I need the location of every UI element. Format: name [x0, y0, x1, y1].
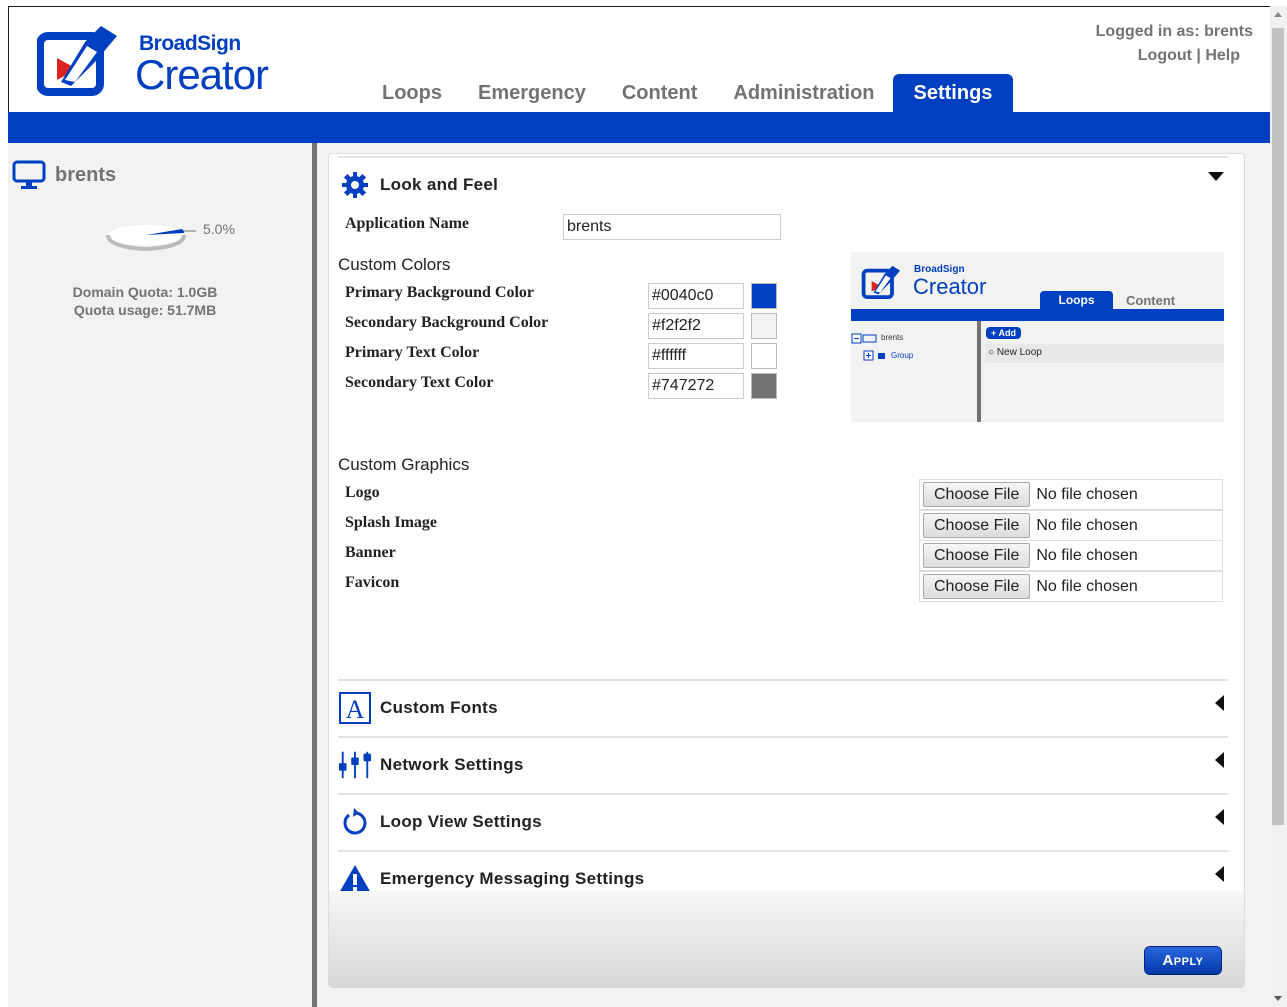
expand-icon[interactable]	[1215, 809, 1224, 825]
section-title: Look and Feel	[380, 175, 499, 194]
choose-file-button[interactable]: Choose File	[923, 543, 1031, 568]
expand-icon[interactable]	[1215, 752, 1224, 768]
secondary-bg-input[interactable]	[648, 313, 744, 339]
main-content: Look and Feel Application Name Custom Co…	[317, 143, 1270, 1007]
user-info: Logged in as: brents Logout | Help	[1096, 20, 1253, 68]
primary-bg-swatch[interactable]	[751, 283, 777, 309]
section-custom-fonts[interactable]: A Custom Fonts	[338, 679, 1228, 735]
theme-preview: BroadSign Creator Loops Content brents G…	[851, 252, 1224, 422]
preview-tree-child: Group	[891, 351, 914, 360]
section-network-settings[interactable]: Network Settings	[338, 736, 1228, 792]
primary-bg-label: Primary Background Color	[345, 284, 535, 301]
preview-logo-icon	[861, 265, 901, 300]
choose-file-button[interactable]: Choose File	[923, 513, 1031, 538]
tab-content[interactable]: Content	[604, 74, 716, 112]
app-name-input[interactable]	[563, 214, 781, 240]
splash-file-input[interactable]: Choose File No file chosen	[919, 510, 1223, 541]
warning-icon	[339, 865, 371, 893]
choose-file-button[interactable]: Choose File	[923, 574, 1031, 599]
scroll-down-icon[interactable]	[1274, 996, 1282, 1001]
preview-tab-content: Content	[1126, 293, 1176, 308]
choose-file-button[interactable]: Choose File	[923, 482, 1031, 507]
section-title: Emergency Messaging Settings	[380, 869, 645, 888]
refresh-icon	[343, 808, 367, 835]
expand-icon[interactable]	[1215, 866, 1224, 882]
domain-quota: Domain Quota: 1.0GB	[72, 284, 218, 300]
custom-colors-heading: Custom Colors	[338, 255, 451, 274]
tab-administration[interactable]: Administration	[715, 74, 892, 112]
section-title: Custom Fonts	[380, 698, 498, 717]
panel-footer: Apply	[329, 891, 1244, 988]
banner-file-input[interactable]: Choose File No file chosen	[919, 540, 1223, 571]
logged-in-label: Logged in as: brents	[1095, 23, 1253, 40]
app-name-label: Application Name	[345, 215, 469, 232]
preview-loop-row: ○ New Loop	[985, 344, 1224, 363]
primary-text-input[interactable]	[648, 343, 744, 369]
preview-tree-icon	[851, 333, 885, 361]
section-look-and-feel[interactable]: Look and Feel	[338, 156, 1228, 212]
logo-product-text: Creator	[135, 51, 269, 98]
preview-loop-icon: ○	[988, 347, 995, 358]
gear-icon	[342, 172, 368, 198]
tab-loops[interactable]: Loops	[364, 74, 460, 112]
primary-text-swatch[interactable]	[751, 343, 777, 369]
sidebar-user[interactable]: brents	[12, 159, 116, 191]
custom-graphics-heading: Custom Graphics	[338, 455, 470, 474]
scroll-up-icon[interactable]	[1274, 12, 1282, 17]
sidebar: brents 5.0% Domain Quota: 1.0GB Quota us…	[8, 143, 312, 1007]
file-status: No file chosen	[1036, 516, 1138, 534]
collapse-icon[interactable]	[1208, 172, 1224, 181]
preview-tab-loops: Loops	[1040, 291, 1113, 309]
logout-help-links[interactable]: Logout | Help	[1096, 44, 1240, 68]
secondary-text-swatch[interactable]	[751, 373, 777, 399]
preview-splitter	[977, 321, 981, 422]
font-icon: A	[339, 692, 371, 724]
banner-label: Banner	[345, 544, 396, 561]
header-bar	[8, 112, 1270, 143]
preview-loop-label: New Loop	[996, 347, 1042, 358]
favicon-label: Favicon	[345, 574, 400, 591]
secondary-text-input[interactable]	[648, 373, 744, 399]
section-title: Loop View Settings	[380, 812, 542, 831]
primary-bg-input[interactable]	[648, 283, 744, 309]
apply-button[interactable]: Apply	[1144, 946, 1222, 975]
quota-info: Domain Quota: 1.0GB Quota usage: 51.7MB	[8, 283, 282, 319]
sidebar-user-label: brents	[55, 163, 117, 186]
preview-add-button: + Add	[986, 327, 1021, 339]
logo-file-input[interactable]: Choose File No file chosen	[919, 479, 1223, 510]
scroll-thumb[interactable]	[1272, 28, 1284, 825]
file-status: No file chosen	[1036, 485, 1138, 503]
splash-label: Splash Image	[345, 514, 438, 531]
section-title: Network Settings	[380, 755, 524, 774]
preview-sidebar: brents Group	[851, 321, 977, 422]
file-status: No file chosen	[1036, 546, 1138, 564]
logo-label: Logo	[345, 484, 380, 501]
tab-settings[interactable]: Settings	[892, 74, 1014, 112]
secondary-bg-swatch[interactable]	[751, 313, 777, 339]
secondary-bg-label: Secondary Background Color	[345, 314, 549, 331]
settings-panel: Look and Feel Application Name Custom Co…	[328, 153, 1245, 988]
preview-tree-root: brents	[881, 333, 904, 342]
quota-usage: Quota usage: 51.7MB	[73, 302, 217, 318]
preview-logo-main: Creator	[913, 274, 987, 299]
primary-text-label: Primary Text Color	[345, 344, 480, 361]
broadsign-logo-icon	[37, 26, 117, 96]
main-tabs: Loops Emergency Content Administration S…	[364, 74, 1014, 112]
page-scrollbar[interactable]	[1270, 6, 1287, 1007]
quota-percent-label: 5.0%	[203, 221, 235, 237]
section-loop-view-settings[interactable]: Loop View Settings	[338, 793, 1228, 849]
secondary-text-label: Secondary Text Color	[345, 374, 494, 391]
quota-pie-chart	[106, 225, 196, 252]
expand-icon[interactable]	[1215, 695, 1224, 711]
network-icon	[338, 751, 372, 779]
preview-bar	[851, 309, 1224, 321]
monitor-icon	[12, 160, 46, 189]
favicon-file-input[interactable]: Choose File No file chosen	[919, 571, 1223, 602]
svg-text:A: A	[346, 695, 365, 724]
file-status: No file chosen	[1036, 577, 1138, 595]
tab-emergency[interactable]: Emergency	[460, 74, 604, 112]
